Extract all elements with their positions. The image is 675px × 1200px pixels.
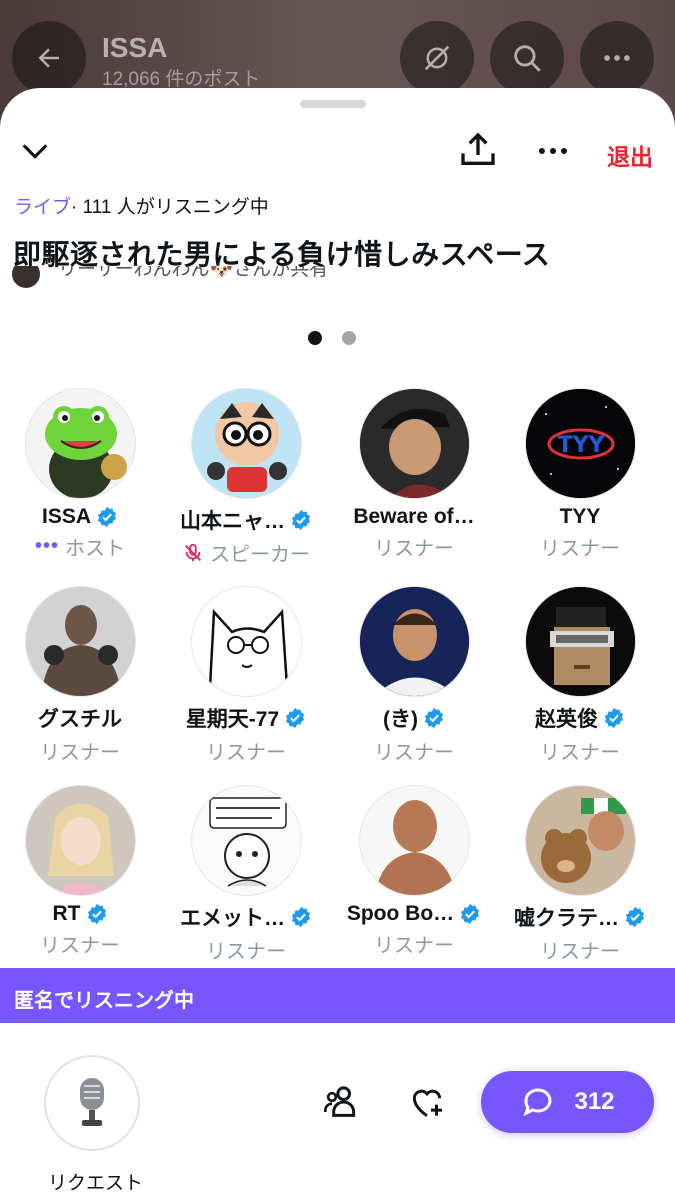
more-button-background[interactable]: [580, 21, 654, 95]
comments-button[interactable]: 312: [481, 1071, 654, 1133]
participant-role: ••• ホスト: [34, 535, 125, 560]
shared-by-line[interactable]: リーサーわんわん🐶さんが共有: [12, 266, 432, 290]
participant-name: RT: [0, 902, 164, 926]
avatar: [358, 586, 470, 697]
share-button[interactable]: [458, 130, 498, 170]
request-label: リクエスト: [48, 1173, 144, 1194]
verified-badge-icon: [461, 903, 480, 925]
participant-role: スピーカー: [162, 538, 330, 567]
participant-role: リスナー: [206, 941, 286, 963]
participant-role: リスナー: [374, 742, 454, 764]
participant-name: エメット…: [162, 902, 330, 932]
participant-role: リスナー: [540, 941, 620, 963]
notification-off-button[interactable]: [400, 21, 474, 95]
participants-button[interactable]: [322, 1082, 362, 1127]
more-icon: [538, 147, 568, 155]
people-icon: [324, 1086, 356, 1117]
svg-text:TYY: TYY: [557, 433, 605, 458]
participant[interactable]: Spoo Bo… リスナー: [330, 785, 498, 958]
participant-name: グスチル: [38, 708, 122, 731]
participant[interactable]: RT リスナー: [0, 785, 164, 958]
bell-off-icon: [424, 45, 450, 71]
page-dot: [342, 331, 356, 345]
participant[interactable]: 星期天-77 リスナー: [162, 586, 330, 765]
participant-role: リスナー: [540, 742, 620, 764]
participant[interactable]: TYY TYY リスナー: [496, 388, 664, 561]
participant[interactable]: 山本ニャ… スピーカー: [162, 388, 330, 567]
react-button[interactable]: [408, 1084, 446, 1127]
comment-count: 312: [574, 1088, 615, 1115]
microphone-icon: [80, 1078, 104, 1126]
search-icon: [514, 45, 541, 72]
participant-name: ISSA: [0, 505, 164, 529]
participant-name: TYY: [559, 505, 601, 528]
participant[interactable]: ISSA ••• ホスト: [0, 388, 164, 561]
verified-badge-icon: [87, 903, 106, 925]
more-button[interactable]: [534, 132, 572, 170]
sharer-avatar: [12, 266, 40, 288]
live-status: ライブ· 111 人がリスニング中: [14, 192, 269, 219]
page-indicator: [308, 331, 356, 345]
participant[interactable]: グスチル リスナー: [0, 586, 164, 765]
participant[interactable]: Beware of… リスナー: [330, 388, 498, 561]
participant[interactable]: 赵英俊 リスナー: [496, 586, 664, 765]
chevron-down-icon: [22, 144, 48, 159]
avatar: [190, 388, 302, 499]
back-button[interactable]: [12, 21, 86, 95]
more-icon: [604, 55, 630, 61]
participant-name: 山本ニャ…: [162, 505, 330, 535]
avatar: [358, 388, 470, 499]
participant-name: (き): [330, 703, 498, 733]
participant[interactable]: 嘘クラテ… リスナー: [496, 785, 664, 964]
listener-count: · 111 人がリスニング中: [71, 197, 269, 218]
participant-role: リスナー: [40, 935, 120, 957]
avatar: TYY: [524, 388, 636, 499]
spaces-sheet: 退出 ライブ· 111 人がリスニング中 即駆逐された男による負け惜しみスペース…: [0, 88, 675, 1200]
verified-badge-icon: [604, 707, 624, 729]
participant-role: リスナー: [40, 742, 120, 764]
verified-badge-icon: [291, 509, 311, 531]
participant-role: リスナー: [374, 935, 454, 957]
mic-off-icon: [185, 543, 201, 561]
avatar: [524, 785, 636, 896]
arrow-left-icon: [38, 48, 59, 68]
verified-badge-icon: [424, 707, 444, 729]
participant[interactable]: エメット… リスナー: [162, 785, 330, 964]
verified-badge-icon: [625, 906, 645, 928]
shared-by-text: リーサーわんわん🐶さんが共有: [58, 266, 329, 280]
request-button[interactable]: [44, 1055, 140, 1151]
avatar: [24, 388, 136, 499]
avatar: [190, 785, 302, 896]
avatar: [24, 785, 136, 896]
verified-badge-icon: [286, 707, 305, 729]
participant-role: リスナー: [374, 538, 454, 560]
share-icon: [461, 132, 495, 165]
verified-badge-icon: [97, 506, 117, 528]
exit-button[interactable]: 退出: [607, 138, 653, 172]
participant-name: Beware of…: [353, 505, 475, 528]
participant[interactable]: (き) リスナー: [330, 586, 498, 765]
avatar: [358, 785, 470, 896]
sheet-grabber[interactable]: [300, 100, 366, 108]
verified-badge-icon: [291, 906, 311, 928]
page-dot-active: [308, 331, 322, 345]
anonymous-listening-banner[interactable]: 匿名でリスニング中: [0, 968, 675, 1023]
avatar: [24, 586, 136, 697]
participant-role: リスナー: [540, 538, 620, 560]
comment-icon: [523, 1088, 552, 1117]
profile-name: ISSA: [102, 32, 168, 63]
search-button[interactable]: [490, 21, 564, 95]
avatar: [524, 586, 636, 697]
post-count: 12,066 件のポスト: [102, 69, 261, 90]
participant-name: Spoo Bo…: [330, 902, 498, 926]
participant-name: 嘘クラテ…: [496, 902, 664, 932]
live-label: ライブ: [14, 197, 72, 218]
participant-name: 赵英俊: [496, 703, 664, 733]
participant-name: 星期天-77: [162, 703, 330, 733]
avatar: [190, 586, 302, 697]
participant-role: リスナー: [206, 742, 286, 764]
dots-icon: •••: [34, 535, 59, 557]
heart-plus-icon: [412, 1089, 443, 1117]
collapse-button[interactable]: [18, 134, 52, 168]
